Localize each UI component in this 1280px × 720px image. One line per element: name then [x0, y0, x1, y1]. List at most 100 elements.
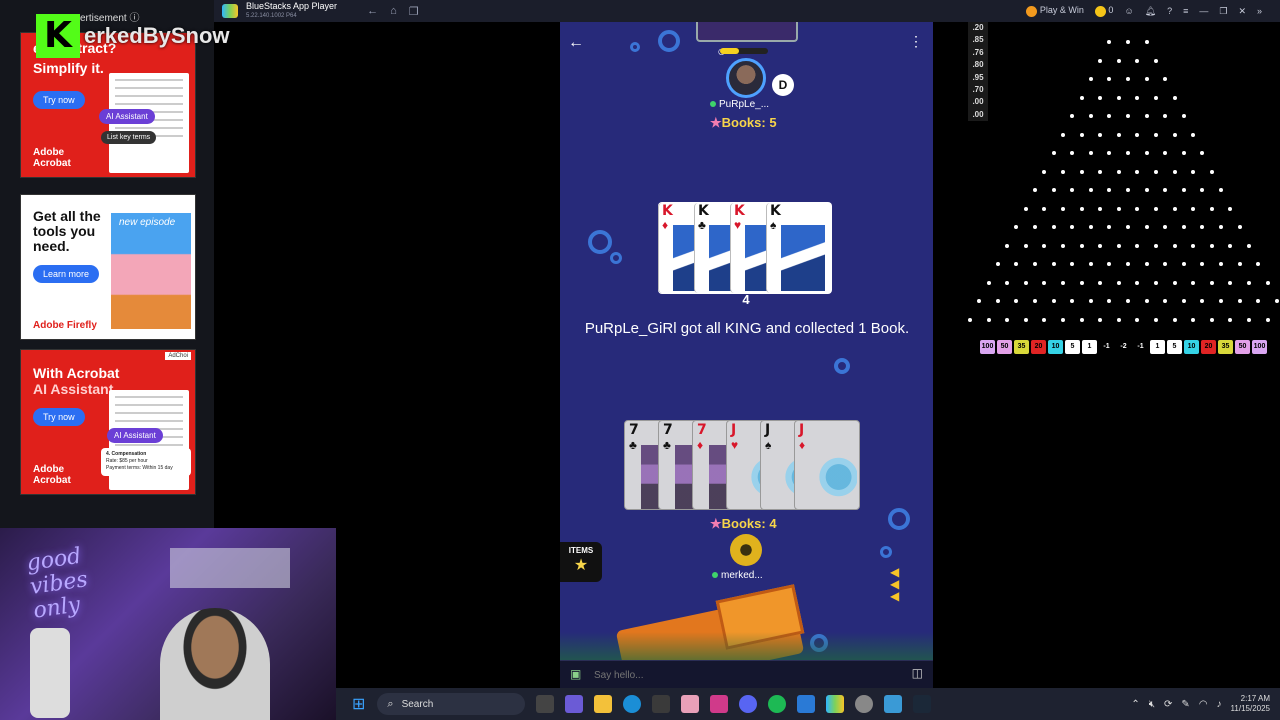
minimize-icon[interactable]: — — [1199, 6, 1208, 16]
adchoices-badge[interactable]: AdChoi — [165, 352, 191, 360]
clock[interactable]: 2:17 AM 11/15/2025 — [1231, 694, 1270, 714]
play-win-button[interactable]: Play & Win — [1026, 5, 1084, 17]
home-icon[interactable]: ⌂ — [390, 5, 397, 17]
plinko-peg — [1135, 206, 1140, 211]
plinko-peg — [1172, 243, 1177, 248]
ad1-cta-button[interactable]: Try now — [33, 91, 85, 109]
hand-card[interactable]: J ♦ — [794, 420, 860, 510]
plinko-peg — [1228, 280, 1233, 285]
app-version: 5.22.140.1002 P64 — [246, 13, 297, 19]
back-arrow-icon[interactable]: ← — [568, 34, 584, 52]
plinko-peg — [1116, 132, 1121, 137]
sync-icon[interactable]: ⟳ — [1164, 699, 1172, 710]
card-rank: J — [765, 422, 771, 438]
taskbar-search[interactable]: ⌕ Search — [377, 693, 526, 715]
plinko-peg — [1172, 280, 1177, 285]
coin-balance[interactable]: 0 — [1094, 5, 1113, 17]
menu-icon[interactable]: ≡ — [1183, 6, 1188, 16]
back-arrow-icon[interactable]: ← — [367, 5, 378, 17]
items-label: ITEMS — [568, 546, 594, 555]
plinko-peg — [1126, 188, 1130, 192]
teams-icon[interactable] — [565, 695, 584, 713]
game-message: PuRpLe_GiRl got all KING and collected 1… — [584, 320, 910, 337]
discord-icon[interactable] — [739, 695, 758, 713]
plinko-peg — [1135, 280, 1140, 285]
volume-icon[interactable]: ♪ — [1217, 699, 1222, 710]
card-art — [811, 445, 857, 509]
player-name-text: merked... — [721, 570, 763, 581]
plinko-peg — [1060, 280, 1065, 285]
player-hand[interactable]: 7 ♣ 7 ♣ 7 ♦ J ♥ J ♠ J ♦ — [624, 420, 868, 512]
streamer — [160, 608, 270, 720]
bluestacks-icon[interactable] — [826, 695, 845, 713]
chevron-up-icon[interactable]: ⌃ — [1131, 699, 1139, 710]
plinko-slot: 100 — [1252, 340, 1267, 354]
card-art — [781, 225, 825, 291]
plinko-peg — [995, 299, 1000, 303]
chat-input[interactable] — [594, 665, 894, 685]
kick-logo: K — [36, 14, 80, 58]
pen-icon[interactable]: ✎ — [1181, 699, 1189, 710]
plinko-peg — [1088, 225, 1093, 229]
restore-icon[interactable]: ❐ — [1219, 6, 1227, 17]
plinko-peg — [1144, 114, 1149, 118]
plinko-peg — [1163, 188, 1168, 192]
copilot-icon[interactable] — [710, 695, 729, 713]
player-avatar[interactable] — [730, 534, 762, 566]
plinko-peg — [1042, 280, 1047, 285]
plinko-peg — [1107, 151, 1112, 155]
edge-icon[interactable] — [623, 695, 642, 713]
wifi-icon[interactable]: ◠ — [1199, 699, 1208, 710]
plinko-peg — [1107, 77, 1112, 81]
fish-decoration: ◀ ◀ ◀ — [890, 565, 900, 603]
bluestacks-title-bar: BlueStacks App Player 5.22.140.1002 P64 … — [214, 0, 1280, 22]
app-icon[interactable] — [681, 695, 700, 713]
plinko-slots: 100 50 35 20 10 5 1 -1 -2 -1 1 5 10 20 35 50 100 — [980, 340, 1267, 354]
ad3-cta-button[interactable]: Try now — [33, 408, 85, 426]
plinko-peg — [1023, 317, 1028, 322]
notepad-icon[interactable] — [797, 695, 816, 713]
plinko-slot: 35 — [1218, 340, 1233, 354]
close-icon[interactable]: ✕ — [1238, 6, 1246, 17]
opponent-avatar[interactable] — [726, 58, 766, 98]
obs-icon[interactable] — [855, 695, 874, 713]
profile-avatar-icon[interactable]: ☺ — [1124, 6, 1133, 16]
ad-acrobat-2[interactable]: AdChoi With Acrobat AI Assistant. Try no… — [20, 349, 196, 495]
sticker-icon[interactable]: ◫ — [912, 666, 923, 680]
plinko-peg — [1051, 262, 1056, 266]
help-icon[interactable]: ? — [1167, 6, 1172, 16]
plinko-peg — [1088, 262, 1093, 266]
spotify-icon[interactable] — [768, 695, 787, 713]
ad2-cta-button[interactable]: Learn more — [33, 265, 100, 283]
plinko-peg — [1060, 206, 1065, 211]
mute-icon[interactable]: 🔇︎ — [1149, 699, 1155, 710]
card-suit: ♦ — [799, 438, 806, 452]
recent-apps-icon[interactable]: ❐ — [409, 5, 419, 18]
plinko-peg — [1153, 243, 1158, 248]
more-options-icon[interactable]: ⋮ — [909, 33, 923, 50]
plinko-slot: 1 — [1150, 340, 1165, 354]
multiplier-value: .85 — [972, 35, 984, 45]
plinko-peg — [1135, 132, 1140, 137]
notification-bell-icon[interactable]: 🔔︎ — [1145, 6, 1156, 17]
store-icon[interactable] — [652, 695, 671, 713]
plinko-peg — [1014, 225, 1019, 229]
chat-icon[interactable]: ▣ — [570, 667, 581, 681]
plinko-peg — [1023, 206, 1028, 211]
plinko-slot: -1 — [1133, 340, 1148, 354]
plinko-peg — [1209, 206, 1214, 211]
sidebar-toggle-icon[interactable]: » — [1257, 6, 1262, 16]
plinko-peg — [1107, 225, 1112, 229]
steam-icon[interactable] — [913, 695, 932, 713]
app-title: BlueStacks App Player — [246, 1, 338, 11]
plinko-peg — [1014, 299, 1019, 303]
card-rank: K — [734, 203, 745, 219]
task-view-icon[interactable] — [536, 695, 555, 713]
bubble-decoration — [880, 546, 892, 558]
ad-firefly[interactable]: Get all the tools you need. Learn more n… — [20, 194, 196, 340]
photos-icon[interactable] — [884, 695, 903, 713]
file-explorer-icon[interactable] — [594, 695, 613, 713]
plinko-peg — [1107, 299, 1112, 303]
windows-start-icon[interactable]: ⊞ — [352, 694, 365, 714]
items-button[interactable]: ITEMS ★ — [560, 542, 602, 582]
